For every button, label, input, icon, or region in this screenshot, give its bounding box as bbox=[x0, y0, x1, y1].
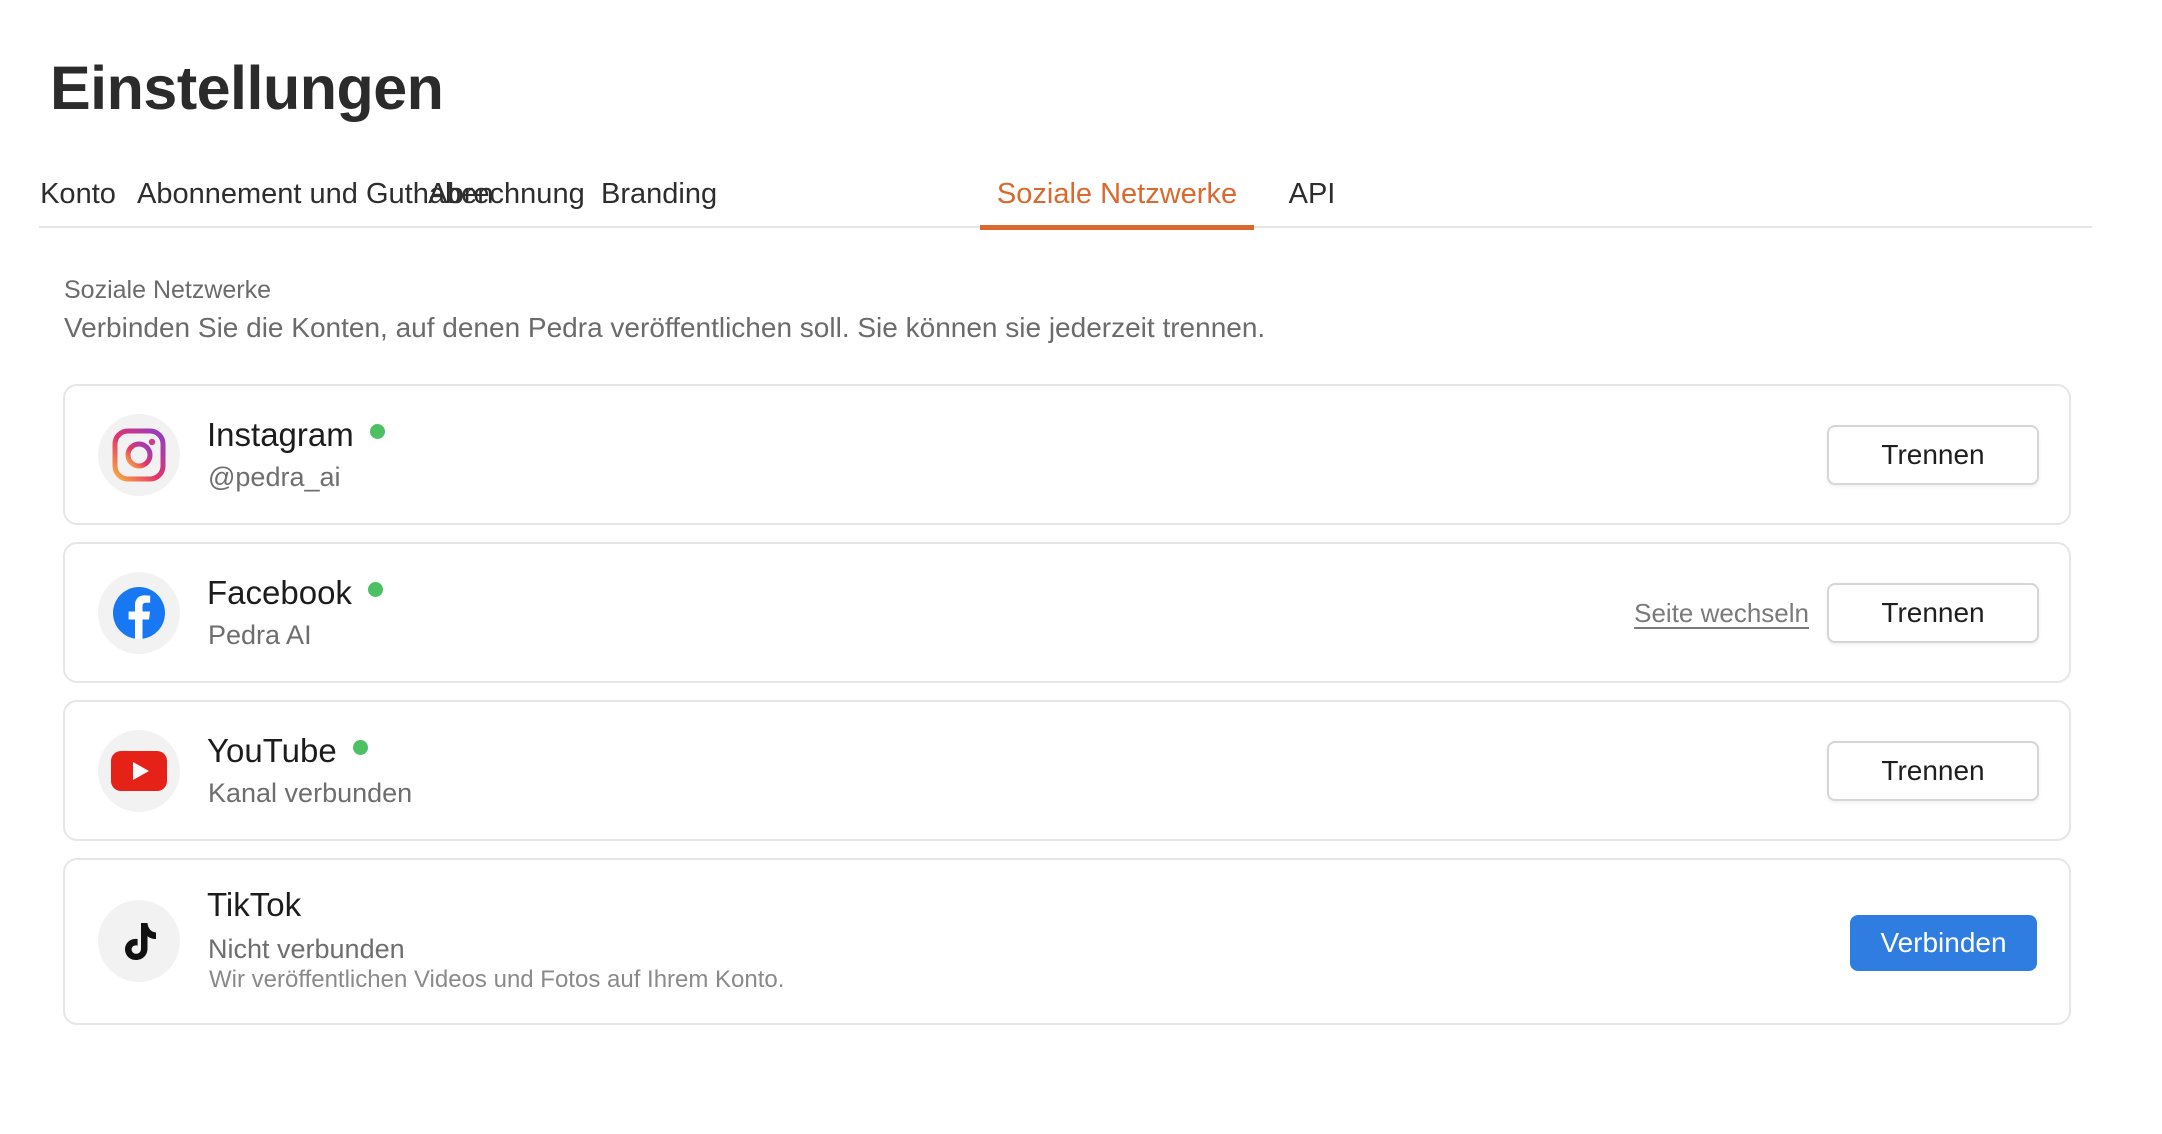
switch-page-link[interactable]: Seite wechseln bbox=[1634, 598, 1809, 629]
youtube-icon bbox=[98, 730, 180, 812]
account-connection-status: Nicht verbunden bbox=[208, 934, 405, 964]
connected-status-dot bbox=[352, 739, 368, 755]
tab-branding[interactable]: Branding bbox=[601, 166, 717, 228]
instagram-icon bbox=[98, 414, 180, 496]
disconnect-facebook-button[interactable]: Trennen bbox=[1827, 583, 2039, 643]
account-card-tiktok: TikTok Nicht verbunden Wir veröffentlich… bbox=[63, 858, 2071, 1025]
account-handle: @pedra_ai bbox=[208, 462, 341, 492]
account-name: TikTok bbox=[207, 886, 302, 923]
account-name: Facebook bbox=[207, 574, 352, 611]
settings-page: Einstellungen Konto Abonnement und Gutha… bbox=[0, 0, 2162, 1134]
account-note: Wir veröffentlichen Videos und Fotos auf… bbox=[209, 966, 785, 993]
tab-abonnement[interactable]: Abonnement und Guthaben bbox=[137, 166, 493, 228]
disconnect-youtube-button[interactable]: Trennen bbox=[1827, 741, 2039, 801]
tab-konto[interactable]: Konto bbox=[39, 166, 117, 228]
account-card-instagram: Instagram @pedra_ai Trennen bbox=[63, 384, 2071, 525]
account-channel-status: Kanal verbunden bbox=[208, 778, 413, 808]
disconnect-instagram-button[interactable]: Trennen bbox=[1827, 425, 2039, 485]
account-card-youtube: YouTube Kanal verbunden Trennen bbox=[63, 700, 2071, 841]
section-description: Verbinden Sie die Konten, auf denen Pedr… bbox=[64, 312, 1266, 343]
page-title: Einstellungen bbox=[50, 54, 444, 122]
account-name-row: Instagram bbox=[207, 416, 385, 454]
connect-tiktok-button[interactable]: Verbinden bbox=[1850, 915, 2037, 971]
tab-soziale-netzwerke[interactable]: Soziale Netzwerke bbox=[980, 166, 1254, 230]
section-label: Soziale Netzwerke bbox=[64, 276, 272, 304]
account-name-row: YouTube bbox=[207, 732, 368, 770]
account-name-row: Facebook bbox=[207, 574, 383, 612]
tiktok-icon bbox=[98, 900, 180, 982]
account-page-name: Pedra AI bbox=[208, 620, 312, 650]
tab-api[interactable]: API bbox=[1285, 166, 1339, 228]
tab-abrechnung[interactable]: Abrechnung bbox=[428, 166, 585, 228]
connected-status-dot bbox=[367, 581, 383, 597]
account-card-facebook: Facebook Pedra AI Seite wechseln Trennen bbox=[63, 542, 2071, 683]
settings-tabs: Konto Abonnement und Guthaben Abrechnung… bbox=[39, 166, 2092, 230]
account-name: Instagram bbox=[207, 416, 354, 453]
account-name-row: TikTok bbox=[207, 886, 301, 924]
connected-status-dot bbox=[369, 423, 385, 439]
facebook-icon bbox=[98, 572, 180, 654]
account-name: YouTube bbox=[207, 732, 337, 769]
